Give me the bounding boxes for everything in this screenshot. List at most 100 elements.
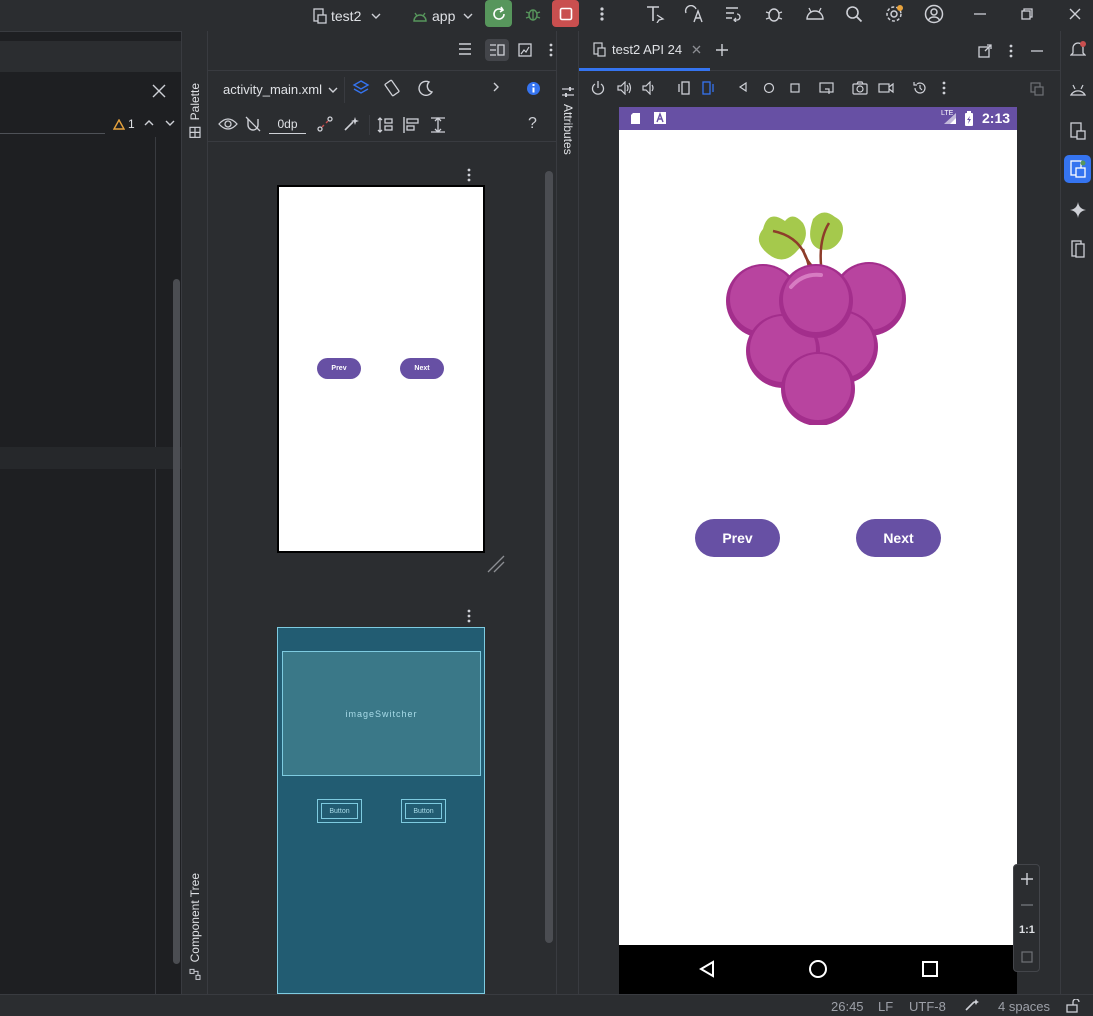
record-button[interactable] — [878, 81, 894, 95]
device-tab[interactable]: test2 API 24 — [579, 31, 710, 71]
design-preview-surface[interactable]: Prev Next — [277, 185, 485, 553]
view-options-button[interactable] — [218, 117, 238, 131]
minimize-button[interactable] — [966, 0, 993, 27]
help-button[interactable]: ? — [528, 115, 537, 133]
stop-button[interactable] — [552, 0, 579, 27]
home-button[interactable] — [763, 82, 775, 94]
nav-back-button[interactable] — [699, 960, 715, 978]
night-mode-button[interactable] — [418, 80, 434, 96]
resize-handle[interactable] — [487, 555, 505, 573]
device-manager-icon[interactable] — [1070, 122, 1086, 140]
fit-screen-button[interactable] — [1021, 951, 1033, 963]
nav-home-button[interactable] — [808, 959, 828, 979]
pack-button[interactable] — [376, 116, 394, 134]
blueprint-button-1[interactable]: Button — [317, 799, 362, 823]
blueprint-imageswitcher[interactable]: imageSwitcher — [282, 651, 481, 776]
file-encoding[interactable]: UTF-8 — [909, 999, 946, 1014]
gemini-icon[interactable] — [1069, 82, 1087, 98]
guidelines-button[interactable] — [429, 116, 447, 134]
next-occurrence-button[interactable] — [165, 120, 175, 126]
caret-position[interactable]: 26:45 — [831, 999, 864, 1014]
mirror-button[interactable] — [819, 81, 835, 95]
open-external-button[interactable] — [978, 44, 992, 58]
device-frame-button[interactable] — [1030, 82, 1044, 96]
previous-occurrence-button[interactable] — [144, 120, 154, 126]
rotate-right-button[interactable] — [702, 81, 716, 95]
running-devices-tool-button[interactable] — [1064, 155, 1091, 183]
more-options-button[interactable] — [549, 43, 553, 57]
close-editor-button[interactable] — [152, 84, 166, 98]
ai-assistant-icon[interactable] — [1070, 202, 1086, 218]
restore-button[interactable] — [1013, 0, 1040, 27]
notifications-icon[interactable] — [1070, 40, 1086, 58]
palette-tab[interactable]: Palette — [188, 83, 202, 138]
close-window-button[interactable] — [1061, 0, 1088, 27]
align-button[interactable] — [402, 116, 420, 134]
apply-changes-button[interactable] — [720, 0, 747, 27]
rotate-left-button[interactable] — [676, 81, 690, 95]
issues-button[interactable] — [527, 82, 540, 95]
split-view-button[interactable] — [485, 39, 509, 61]
account-button[interactable] — [920, 0, 947, 27]
volume-up-button[interactable] — [617, 81, 633, 95]
default-margin-input[interactable]: 0dp — [269, 115, 306, 134]
nav-overview-button[interactable] — [922, 961, 938, 977]
rerun-button[interactable] — [485, 0, 512, 27]
component-tree-tab[interactable]: Component Tree — [188, 873, 202, 980]
debug-button[interactable] — [519, 0, 546, 27]
search-button[interactable] — [840, 0, 867, 27]
warning-indicator[interactable]: 1 — [113, 117, 135, 131]
blueprint-preview-surface[interactable]: imageSwitcher Button Button — [277, 627, 485, 994]
screenshot-button[interactable] — [852, 81, 868, 95]
indent-setting[interactable]: 4 spaces — [998, 999, 1050, 1014]
emulator-screen[interactable]: LTE 2:13 Prev Next — [619, 107, 1017, 994]
orientation-button[interactable] — [383, 79, 401, 97]
design-prev-button[interactable]: Prev — [317, 358, 361, 379]
design-scrollbar[interactable] — [545, 171, 553, 943]
zoom-out-button[interactable] — [1020, 904, 1034, 906]
code-style-icon[interactable] — [964, 998, 980, 1012]
device-manager-button[interactable] — [801, 0, 828, 27]
blueprint-button-2[interactable]: Button — [401, 799, 446, 823]
design-surface-button[interactable] — [352, 79, 370, 97]
run-config-selector[interactable]: test2 — [313, 0, 381, 31]
prev-button[interactable]: Prev — [695, 519, 780, 557]
design-view-button[interactable] — [518, 43, 532, 57]
snapshot-button[interactable] — [913, 81, 927, 95]
line-separator[interactable]: LF — [878, 999, 893, 1014]
clear-constraints-button[interactable] — [317, 116, 333, 132]
layout-file-selector[interactable]: activity_main.xml — [223, 82, 338, 97]
design-more-button[interactable] — [467, 168, 471, 182]
close-tab-icon[interactable] — [692, 45, 701, 54]
zoom-ratio[interactable]: 1:1 — [1019, 924, 1035, 936]
hide-panel-button[interactable] — [1031, 50, 1043, 52]
device-explorer-icon[interactable] — [1071, 240, 1085, 258]
expand-toolbar-button[interactable] — [493, 82, 499, 92]
profiler-button[interactable] — [641, 0, 668, 27]
add-device-tab-button[interactable] — [715, 43, 729, 57]
back-button[interactable] — [738, 82, 748, 92]
extended-controls-button[interactable] — [942, 81, 946, 95]
volume-down-button[interactable] — [642, 81, 656, 95]
lock-icon[interactable] — [1066, 999, 1080, 1013]
more-actions-button[interactable] — [588, 0, 615, 27]
module-selector[interactable]: app — [412, 0, 473, 31]
attributes-tab[interactable]: Attributes — [561, 104, 575, 155]
image-switcher[interactable] — [723, 209, 911, 425]
settings-button[interactable] — [880, 0, 907, 27]
zoom-in-button[interactable] — [1020, 872, 1034, 886]
design-next-button[interactable]: Next — [400, 358, 444, 379]
blueprint-more-button[interactable] — [467, 609, 471, 623]
attach-debugger-button[interactable] — [760, 0, 787, 27]
search-input[interactable] — [0, 108, 105, 134]
attributes-tab-icon[interactable] — [562, 86, 574, 98]
next-button[interactable]: Next — [856, 519, 941, 557]
power-button[interactable] — [591, 81, 605, 95]
editor-scrollbar[interactable] — [173, 279, 180, 964]
infer-constraints-button[interactable] — [343, 116, 359, 132]
overview-button[interactable] — [790, 83, 800, 93]
autoconnect-button[interactable] — [245, 116, 261, 132]
code-view-button[interactable] — [458, 43, 472, 55]
translate-button[interactable] — [680, 0, 707, 27]
device-options-button[interactable] — [1009, 44, 1013, 58]
